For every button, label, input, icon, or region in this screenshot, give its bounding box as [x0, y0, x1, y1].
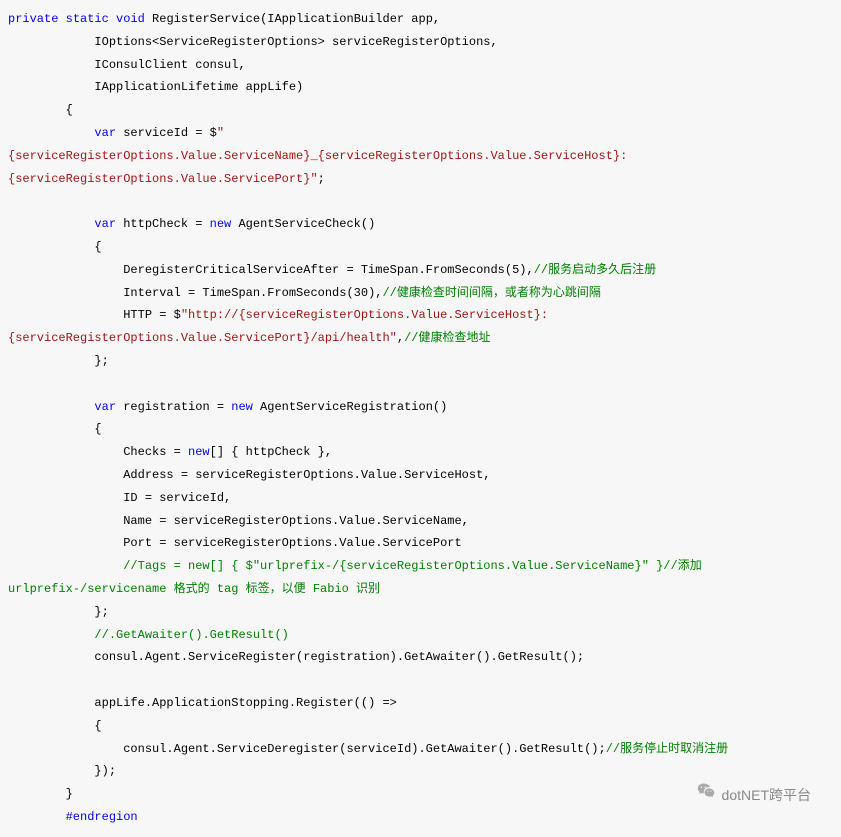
- watermark: dotNET跨平台: [696, 782, 811, 809]
- code-block: private static void RegisterService(IApp…: [8, 8, 833, 829]
- wechat-icon: [696, 782, 716, 809]
- watermark-text: dotNET跨平台: [722, 782, 811, 809]
